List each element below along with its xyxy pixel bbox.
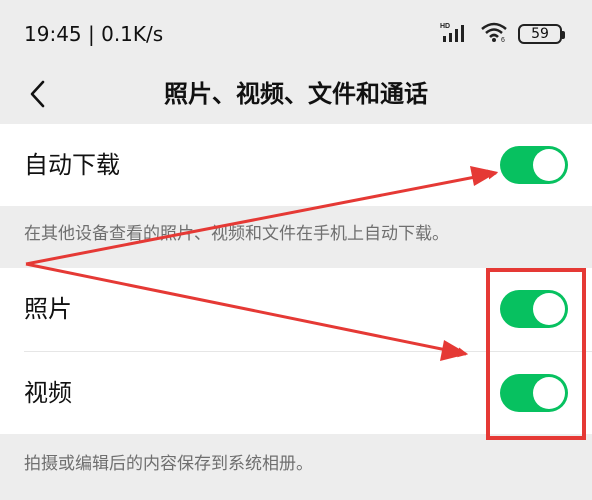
battery-indicator: 59 bbox=[518, 24, 565, 44]
auto-download-card: 自动下载 bbox=[0, 124, 592, 206]
nav-bar: 照片、视频、文件和通话 bbox=[0, 64, 592, 124]
photos-label: 照片 bbox=[24, 295, 72, 323]
signal-icon: HD bbox=[440, 21, 470, 47]
toggle-knob bbox=[533, 149, 565, 181]
toggle-knob bbox=[533, 293, 565, 325]
videos-toggle[interactable] bbox=[500, 374, 568, 412]
battery-level: 59 bbox=[531, 26, 549, 42]
auto-download-description: 在其他设备查看的照片、视频和文件在手机上自动下载。 bbox=[24, 224, 449, 244]
auto-download-row: 自动下载 bbox=[0, 124, 592, 206]
list-item-photos: 照片 bbox=[0, 268, 592, 350]
save-media-card: 照片 视频 bbox=[0, 268, 592, 434]
auto-download-label: 自动下载 bbox=[24, 151, 120, 179]
list-item-videos: 视频 bbox=[0, 352, 592, 434]
status-time: 19:45 | 0.1K/s bbox=[24, 22, 164, 46]
page-title: 照片、视频、文件和通话 bbox=[164, 80, 428, 108]
photos-toggle[interactable] bbox=[500, 290, 568, 328]
svg-text:6: 6 bbox=[501, 37, 505, 43]
videos-label: 视频 bbox=[24, 379, 72, 407]
toggle-knob bbox=[533, 377, 565, 409]
auto-download-toggle[interactable] bbox=[500, 146, 568, 184]
svg-text:HD: HD bbox=[440, 23, 450, 30]
status-bar: 19:45 | 0.1K/s HD 6 59 bbox=[0, 0, 592, 64]
status-icons: HD 6 59 bbox=[440, 20, 565, 48]
save-media-description: 拍摄或编辑后的内容保存到系统相册。 bbox=[24, 454, 313, 474]
wifi-icon: 6 bbox=[480, 21, 508, 47]
